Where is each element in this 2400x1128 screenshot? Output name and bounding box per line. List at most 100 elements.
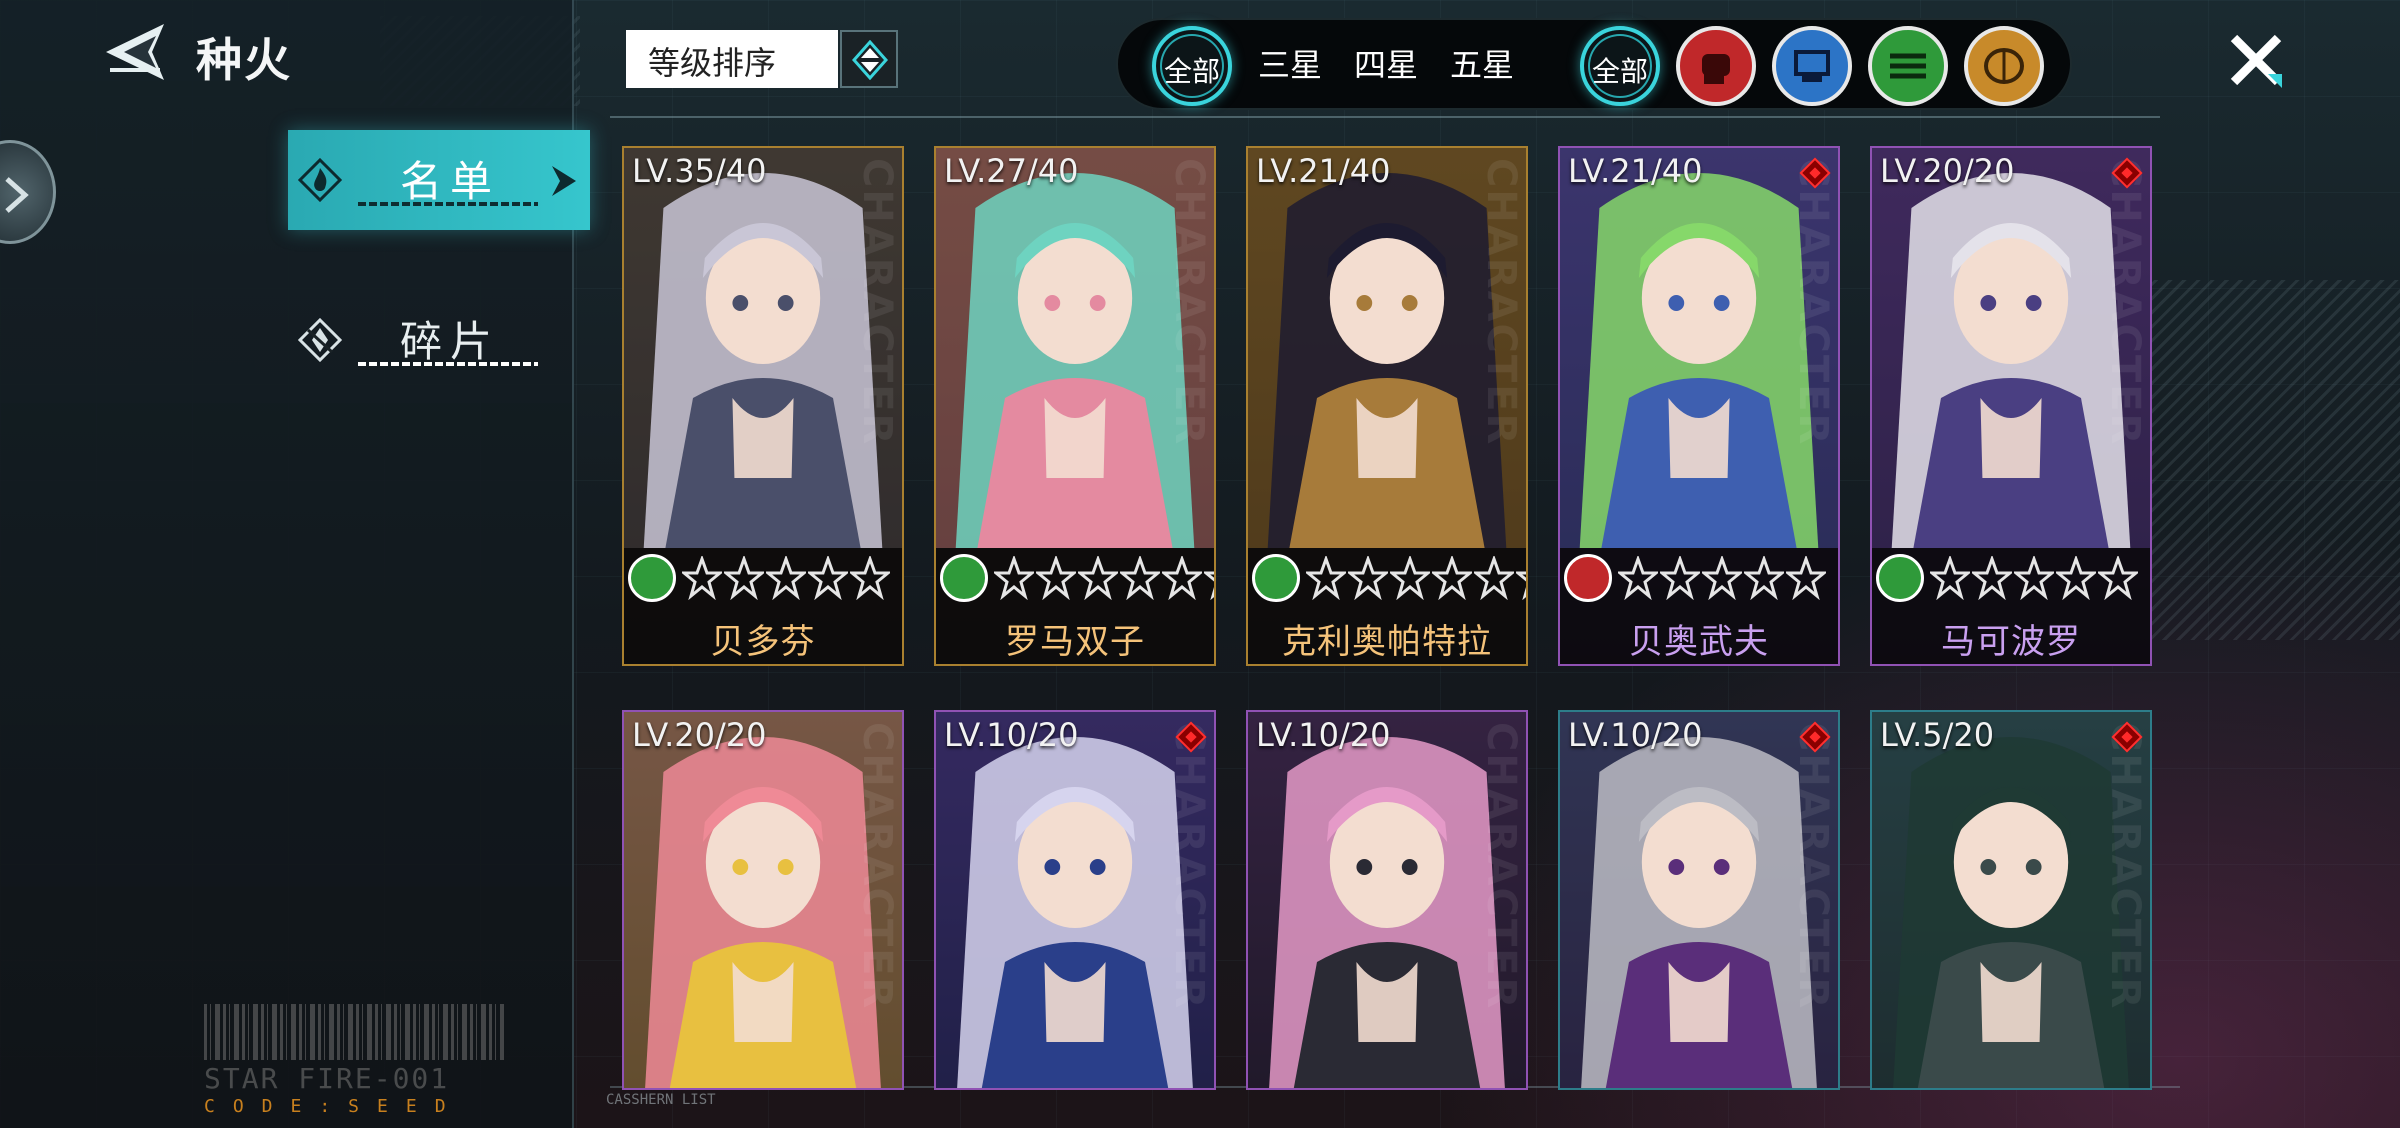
star-icon <box>1786 556 1826 600</box>
class-icon <box>1876 554 1924 602</box>
star-icon <box>1474 556 1514 600</box>
character-name: 贝多芬 <box>710 622 816 662</box>
character-info-bar: 贝奥武夫 <box>1560 548 1838 664</box>
class-filter-speed[interactable] <box>1868 26 1948 106</box>
character-level: LV.10/20 <box>1256 716 1391 754</box>
footer-code: STAR FIRE-001 <box>204 1062 450 1095</box>
star-icon <box>1972 556 2012 600</box>
class-filter-tech[interactable] <box>1772 26 1852 106</box>
card-watermark: CHARACTER <box>1166 722 1212 1011</box>
character-name: 贝奥武夫 <box>1629 622 1769 662</box>
character-card[interactable]: CHARACTER LV.21/40 贝奥武夫 <box>1558 146 1840 666</box>
character-card[interactable]: CHARACTER LV.10/20 <box>1558 710 1840 1090</box>
tab-underline <box>358 202 538 206</box>
page-title: 种火 <box>196 33 292 87</box>
character-level: LV.21/40 <box>1568 152 1703 190</box>
card-watermark: CHARACTER <box>1790 722 1836 1011</box>
filter-bar: 全部 三星 四星 五星 全部 <box>1116 18 2072 110</box>
star-icon <box>2014 556 2054 600</box>
back-button[interactable] <box>100 22 170 82</box>
star-icon <box>1516 571 1526 600</box>
star-rating <box>682 556 890 600</box>
character-level: LV.20/20 <box>1880 152 2015 190</box>
list-caption: CASSHERN LIST <box>606 1092 716 1108</box>
star-icon <box>1702 556 1742 600</box>
character-level: LV.5/20 <box>1880 716 1995 754</box>
class-icon <box>1252 554 1300 602</box>
tab-roster[interactable]: 名单 <box>288 130 590 230</box>
character-card[interactable]: CHARACTER LV.27/40 罗马双子 <box>934 146 1216 666</box>
star-icon <box>994 556 1034 600</box>
star-rating <box>1930 556 2138 600</box>
tech-class-icon <box>1794 50 1830 82</box>
character-info-bar: 克利奥帕特拉 <box>1248 548 1526 664</box>
card-watermark: CHARACTER <box>2102 722 2148 1011</box>
card-watermark: CHARACTER <box>854 158 900 447</box>
card-watermark: CHARACTER <box>1478 722 1524 1011</box>
star-icon <box>1162 556 1202 600</box>
rarity-filter-4star[interactable]: 四星 <box>1354 40 1418 86</box>
character-card[interactable]: CHARACTER LV.10/20 <box>934 710 1216 1090</box>
class-icon <box>628 554 676 602</box>
character-card[interactable]: CHARACTER LV.35/40 贝多芬 <box>622 146 904 666</box>
back-arrow-icon <box>106 24 164 80</box>
character-level: LV.10/20 <box>944 716 1079 754</box>
shard-icon <box>298 318 342 362</box>
divider <box>610 116 2160 118</box>
star-icon <box>1660 556 1700 600</box>
star-icon <box>2098 556 2138 600</box>
class-filter-all[interactable]: 全部 <box>1580 26 1660 106</box>
class-icon <box>940 554 988 602</box>
rarity-filter-5star[interactable]: 五星 <box>1450 40 1514 86</box>
character-name: 马可波罗 <box>1941 622 2081 662</box>
card-watermark: CHARACTER <box>1478 158 1524 447</box>
speed-class-icon <box>1890 53 1926 79</box>
character-card[interactable]: CHARACTER LV.20/20 <box>622 710 904 1090</box>
sidebar-expand-button[interactable] <box>0 140 56 244</box>
star-icon <box>682 556 722 600</box>
character-card[interactable]: CHARACTER LV.10/20 <box>1246 710 1528 1090</box>
sort-order-icon <box>852 40 888 80</box>
star-icon <box>1930 556 1970 600</box>
star-icon <box>1390 556 1430 600</box>
character-level: LV.35/40 <box>632 152 767 190</box>
star-icon <box>724 556 764 600</box>
rarity-filter-all[interactable]: 全部 <box>1152 26 1232 106</box>
tab-roster-label: 名单 <box>400 157 501 206</box>
character-name: 克利奥帕特拉 <box>1282 622 1492 662</box>
sidebar: 种火 名单 碎片 STAR FIRE-001 CODE:SEED <box>0 0 590 1128</box>
character-card[interactable]: CHARACTER LV.21/40 克利奥帕特拉 <box>1246 146 1528 666</box>
character-info-bar: 贝多芬 <box>624 548 902 664</box>
star-icon <box>808 556 848 600</box>
rarity-filter-3star[interactable]: 三星 <box>1258 40 1322 86</box>
star-icon <box>766 556 806 600</box>
character-level: LV.20/20 <box>632 716 767 754</box>
star-icon <box>850 556 890 600</box>
tab-shards[interactable]: 碎片 <box>288 290 590 390</box>
mind-class-icon <box>1984 48 2024 84</box>
star-icon <box>1306 556 1346 600</box>
chevron-right-icon <box>5 177 29 213</box>
fist-class-icon <box>1702 54 1730 84</box>
character-level: LV.10/20 <box>1568 716 1703 754</box>
close-button[interactable] <box>2224 28 2288 92</box>
star-icon <box>1078 556 1118 600</box>
character-info-bar: 罗马双子 <box>936 548 1214 664</box>
class-filter-fist[interactable] <box>1676 26 1756 106</box>
character-card[interactable]: CHARACTER LV.20/20 马可波罗 <box>1870 146 2152 666</box>
sort-dropdown[interactable]: 等级排序 <box>626 30 838 88</box>
class-filter-mind[interactable] <box>1964 26 2044 106</box>
star-icon <box>1744 556 1784 600</box>
star-icon <box>1348 556 1388 600</box>
card-watermark: CHARACTER <box>2102 158 2148 447</box>
class-icon <box>1564 554 1612 602</box>
character-level: LV.21/40 <box>1256 152 1391 190</box>
barcode-decoration <box>204 1004 504 1060</box>
sort-order-toggle[interactable] <box>840 30 898 88</box>
star-icon <box>1120 556 1160 600</box>
footer-seed: CODE:SEED <box>204 1096 464 1117</box>
close-icon <box>2230 34 2282 88</box>
character-card[interactable]: CHARACTER LV.5/20 <box>1870 710 2152 1090</box>
tab-underline <box>358 362 538 366</box>
character-level: LV.27/40 <box>944 152 1079 190</box>
